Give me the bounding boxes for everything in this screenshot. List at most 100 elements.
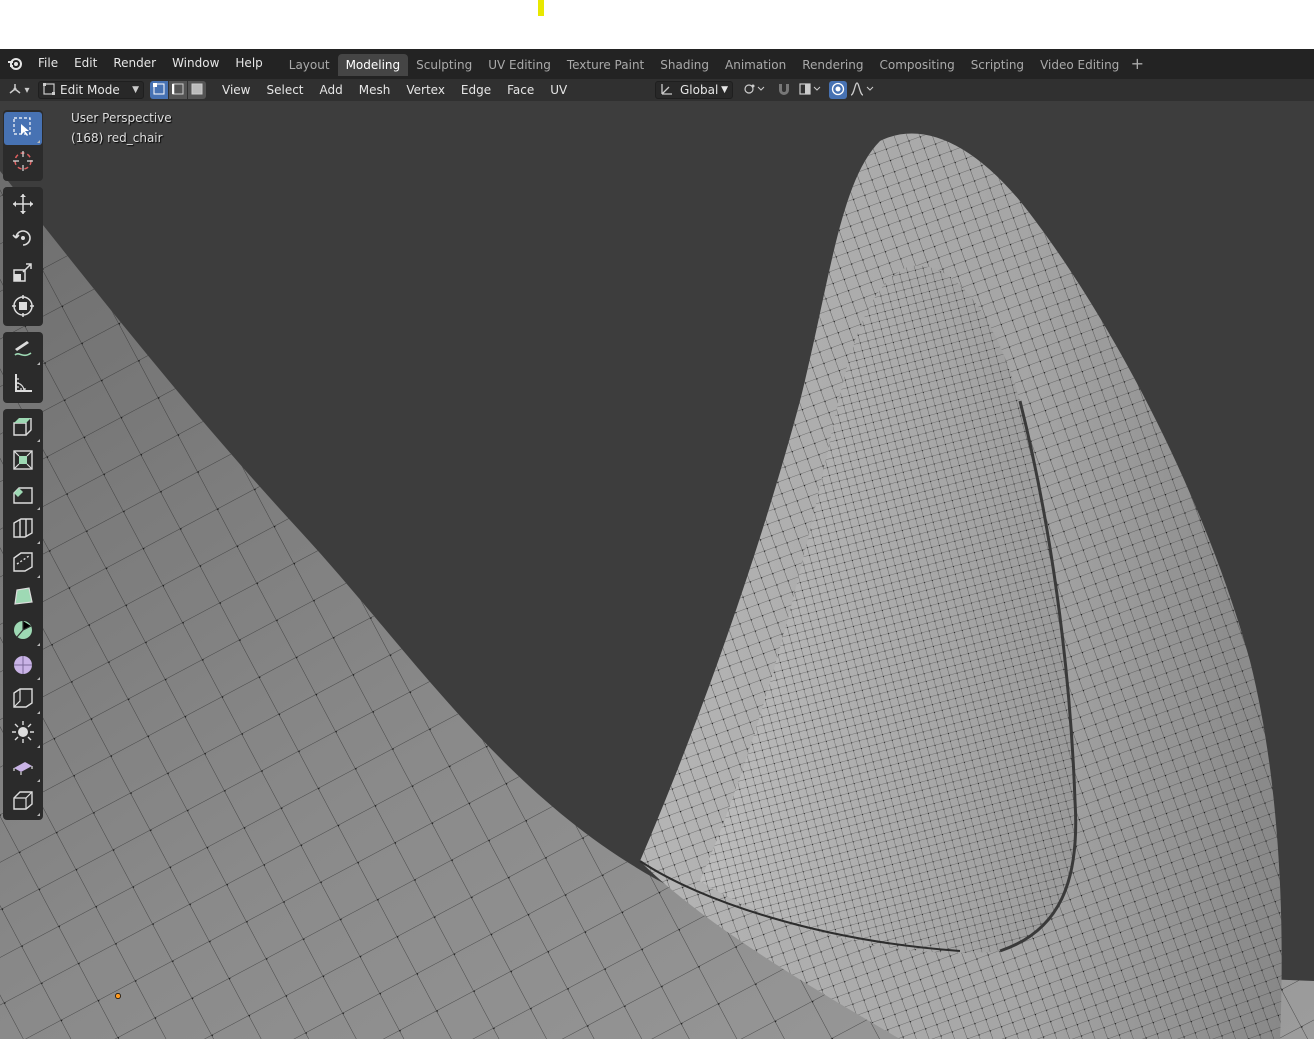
tool-variants-indicator [37,140,40,143]
header-menu-select[interactable]: Select [258,79,311,101]
snap-icon [776,81,792,100]
edge-select-button[interactable] [169,81,188,99]
tool-measure[interactable] [4,368,42,401]
header-menu-view[interactable]: View [214,79,258,101]
tab-texture-paint[interactable]: Texture Paint [559,54,652,76]
tool-select-box[interactable] [4,112,42,145]
header-menu-edge[interactable]: Edge [453,79,499,101]
edit-mode-icon [43,82,55,98]
tab-uv-editing[interactable]: UV Editing [480,54,559,76]
rip-region-icon [11,788,35,815]
face-select-icon [191,83,203,98]
add-workspace-button[interactable]: + [1127,54,1147,76]
transform-orientation-select[interactable]: Global ▼ [655,81,733,99]
select-box-icon [12,116,34,141]
pivot-icon [743,82,765,99]
object-info-label: (168) red_chair [71,131,163,145]
header-menu-face[interactable]: Face [499,79,542,101]
select-mode-group [150,81,206,99]
tool-bevel[interactable] [4,479,42,512]
tool-edge-slide[interactable] [4,683,42,716]
tab-shading[interactable]: Shading [652,54,717,76]
tool-annotate[interactable] [4,334,42,367]
tab-sculpting[interactable]: Sculpting [408,54,480,76]
snap-target-icon [798,82,822,99]
poly-build-icon [11,584,35,611]
tab-video-editing[interactable]: Video Editing [1032,54,1127,76]
snap-button[interactable] [773,81,795,99]
tab-animation[interactable]: Animation [717,54,794,76]
scale-icon [11,260,35,287]
falloff-curve-icon [849,81,875,99]
tool-variants-indicator [37,507,40,510]
header-menu-mesh[interactable]: Mesh [351,79,399,101]
vertex-select-icon [153,82,165,98]
3d-viewport-icon [8,83,22,98]
mesh-render[interactable] [0,101,1314,1039]
orientation-axes-icon [660,82,674,99]
tool-shelf [3,110,43,826]
tool-extrude-region[interactable] [4,411,42,444]
tool-spin[interactable] [4,615,42,648]
mode-select-label: Edit Mode [60,83,120,97]
extrude-region-icon [11,414,35,441]
mode-select[interactable]: Edit Mode ▼ [38,81,144,99]
knife-icon [11,550,35,577]
shear-icon [11,754,35,781]
blender-logo-icon[interactable] [0,49,30,79]
tool-move[interactable] [4,189,42,222]
tool-cursor[interactable] [4,146,42,179]
header-menu-vertex[interactable]: Vertex [398,79,453,101]
pivot-point-button[interactable] [743,81,765,99]
tab-scripting[interactable]: Scripting [963,54,1032,76]
tool-rip-region[interactable] [4,785,42,818]
menu-edit[interactable]: Edit [66,49,105,79]
rotate-icon [11,226,35,253]
tool-shrink-fatten[interactable] [4,717,42,750]
tab-layout[interactable]: Layout [281,54,338,76]
tool-variants-indicator [37,541,40,544]
menu-window[interactable]: Window [164,49,227,79]
tab-modeling[interactable]: Modeling [337,54,409,76]
loop-cut-icon [11,516,35,543]
tool-variants-indicator [37,362,40,365]
viewport-header: ▾ Edit Mode ▼ View Select Add Mesh Verte… [0,79,1314,101]
3d-viewport[interactable]: User Perspective (168) red_chair [0,101,1314,1039]
tab-rendering[interactable]: Rendering [794,54,871,76]
header-right-tools: Global ▼ [655,79,875,101]
snap-target-button[interactable] [799,81,821,99]
chevron-down-icon: ▾ [24,84,30,96]
tool-variants-indicator [37,779,40,782]
smooth-icon [11,652,35,679]
selected-vertex [115,993,121,999]
workspace-tabs: Layout Modeling Sculpting UV Editing Tex… [281,49,1148,79]
header-menu-add[interactable]: Add [312,79,351,101]
tool-knife[interactable] [4,547,42,580]
menu-help[interactable]: Help [227,49,270,79]
tool-inset-faces[interactable] [4,445,42,478]
tool-variants-indicator [37,745,40,748]
tool-smooth[interactable] [4,649,42,682]
vertex-select-button[interactable] [150,81,169,99]
header-menu-uv[interactable]: UV [542,79,575,101]
spin-icon [11,618,35,645]
tool-variants-indicator [37,439,40,442]
move-icon [11,192,35,219]
menu-render[interactable]: Render [105,49,164,79]
tool-group-transform [3,187,43,326]
editor-type-button[interactable]: ▾ [4,80,34,100]
proportional-edit-button[interactable] [829,81,847,99]
tool-variants-indicator [37,813,40,816]
menu-file[interactable]: File [30,49,66,79]
tool-variants-indicator [37,677,40,680]
tool-transform[interactable] [4,291,42,324]
tool-scale[interactable] [4,257,42,290]
tool-rotate[interactable] [4,223,42,256]
tab-compositing[interactable]: Compositing [871,54,962,76]
tool-poly-build[interactable] [4,581,42,614]
tool-loop-cut[interactable] [4,513,42,546]
bevel-icon [11,482,35,509]
face-select-button[interactable] [188,81,206,99]
falloff-button[interactable] [849,81,875,99]
tool-shear[interactable] [4,751,42,784]
